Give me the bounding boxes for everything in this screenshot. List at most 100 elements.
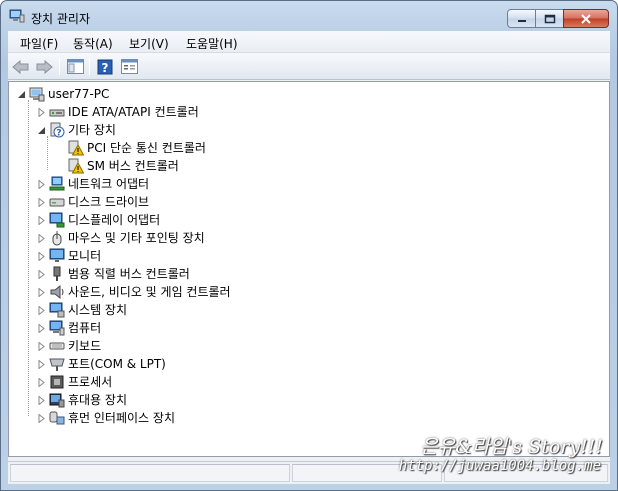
network-adapter-icon <box>49 176 65 192</box>
tree-item-label: 모니터 <box>68 249 102 263</box>
back-button[interactable] <box>12 58 30 75</box>
tree-item-processors[interactable]: 프로세서 <box>37 373 112 391</box>
tree-guide-line <box>47 136 48 170</box>
tree-item-label: SM 버스 컨트롤러 <box>87 159 179 173</box>
window-title: 장치 관리자 <box>31 12 91 26</box>
toolbar-separator <box>59 58 60 75</box>
toolbar-separator <box>89 58 90 75</box>
close-icon <box>581 13 591 24</box>
tree-root[interactable]: user77-PC <box>17 85 109 103</box>
system-device-icon <box>49 302 65 318</box>
display-adapter-icon <box>49 212 65 228</box>
tree-item-usb-controllers[interactable]: 범용 직렬 버스 컨트롤러 <box>37 265 190 283</box>
toolbar: ? <box>8 53 610 80</box>
keyboard-icon <box>49 338 65 354</box>
collapse-arrow-icon[interactable] <box>17 90 26 99</box>
warning-device-icon <box>68 158 84 174</box>
tree-item-label: 포트(COM & LPT) <box>68 357 166 371</box>
client-area: 파일(F) 동작(A) 보기(V) 도움말(H) ? user77-PC IDE… <box>8 31 610 484</box>
tree-item-hid[interactable]: 휴먼 인터페이스 장치 <box>37 409 175 427</box>
menu-bar: 파일(F) 동작(A) 보기(V) 도움말(H) <box>8 31 610 53</box>
expand-arrow-icon[interactable] <box>37 305 46 315</box>
expand-arrow-icon[interactable] <box>37 197 46 207</box>
maximize-button[interactable] <box>535 9 564 28</box>
tree-item-disk-drives[interactable]: 디스크 드라이브 <box>37 193 149 211</box>
device-manager-app-icon[interactable] <box>9 9 25 23</box>
tree-item-label: 사운드, 비디오 및 게임 컨트롤러 <box>68 285 231 299</box>
svg-text:?: ? <box>102 61 109 75</box>
tree-item-network-adapters[interactable]: 네트워크 어댑터 <box>37 175 149 193</box>
expand-arrow-icon[interactable] <box>37 215 46 225</box>
properties-button[interactable] <box>120 58 138 75</box>
monitor-icon <box>49 248 65 264</box>
tree-item-ports[interactable]: 포트(COM & LPT) <box>37 355 166 373</box>
caption-buttons <box>507 9 609 28</box>
menu-view[interactable]: 보기(V) <box>129 35 169 52</box>
computer-icon <box>49 320 65 336</box>
device-tree[interactable]: user77-PC IDE ATA/ATAPI 컨트롤러 ? 기타 장치 PCI… <box>8 81 610 457</box>
expand-arrow-icon[interactable] <box>37 395 46 405</box>
expand-arrow-icon[interactable] <box>37 233 46 243</box>
expand-arrow-icon[interactable] <box>37 107 46 117</box>
tree-item-keyboards[interactable]: 키보드 <box>37 337 101 355</box>
expand-arrow-icon[interactable] <box>37 179 46 189</box>
tree-item-label: 컴퓨터 <box>68 321 102 335</box>
tree-child-sm-bus-controller[interactable]: SM 버스 컨트롤러 <box>68 157 179 175</box>
tree-item-label: 키보드 <box>68 339 102 353</box>
expand-arrow-icon[interactable] <box>37 359 46 369</box>
ide-controller-icon <box>49 104 65 120</box>
tree-item-label: 기타 장치 <box>68 123 116 137</box>
tree-child-pci-controller[interactable]: PCI 단순 통신 컨트롤러 <box>68 139 206 157</box>
disk-drive-icon <box>49 194 65 210</box>
expand-arrow-icon[interactable] <box>37 377 46 387</box>
tree-item-label: 마우스 및 기타 포인팅 장치 <box>68 231 205 245</box>
expand-arrow-icon[interactable] <box>37 323 46 333</box>
expand-arrow-icon[interactable] <box>37 341 46 351</box>
properties-icon <box>120 59 138 74</box>
unknown-device-icon: ? <box>49 122 65 138</box>
tree-item-computer[interactable]: 컴퓨터 <box>37 319 101 337</box>
minimize-button[interactable] <box>507 9 536 28</box>
close-button[interactable] <box>563 9 609 28</box>
tree-root-label: user77-PC <box>48 87 110 101</box>
show-hide-tree-icon <box>66 59 84 74</box>
menu-file[interactable]: 파일(F) <box>20 35 58 52</box>
tree-item-display-adapters[interactable]: 디스플레이 어댑터 <box>37 211 160 229</box>
svg-text:?: ? <box>56 129 61 139</box>
tree-item-system-devices[interactable]: 시스템 장치 <box>37 301 127 319</box>
speaker-icon <box>49 284 65 300</box>
expand-arrow-icon[interactable] <box>37 287 46 297</box>
tree-item-label: 휴대용 장치 <box>68 393 128 407</box>
show-hide-tree-button[interactable] <box>66 58 84 75</box>
computer-icon <box>29 86 45 102</box>
tree-item-monitors[interactable]: 모니터 <box>37 247 101 265</box>
tree-item-mice[interactable]: 마우스 및 기타 포인팅 장치 <box>37 229 205 247</box>
tree-item-sound[interactable]: 사운드, 비디오 및 게임 컨트롤러 <box>37 283 231 301</box>
tree-item-label: 디스크 드라이브 <box>68 195 150 209</box>
mouse-icon <box>49 230 65 246</box>
title-bar[interactable]: 장치 관리자 <box>1 1 617 31</box>
status-cell <box>10 464 290 482</box>
tree-item-label: PCI 단순 통신 컨트롤러 <box>87 141 206 155</box>
expand-arrow-icon[interactable] <box>37 269 46 279</box>
watermark-title: 은유&라임's Story!!! <box>420 436 603 458</box>
forward-arrow-icon <box>36 59 53 74</box>
forward-button[interactable] <box>35 58 53 75</box>
tree-guide-line <box>28 100 29 416</box>
back-arrow-icon <box>12 59 29 74</box>
tree-item-portable-devices[interactable]: 휴대용 장치 <box>37 391 127 409</box>
tree-item-label: 휴먼 인터페이스 장치 <box>68 411 175 425</box>
collapse-arrow-icon[interactable] <box>37 126 46 135</box>
tree-item-label: 네트워크 어댑터 <box>68 177 150 191</box>
expand-arrow-icon[interactable] <box>37 413 46 423</box>
tree-item-other-devices[interactable]: ? 기타 장치 <box>37 121 116 139</box>
menu-help[interactable]: 도움말(H) <box>186 35 238 52</box>
hid-icon <box>49 410 65 426</box>
help-button[interactable]: ? <box>96 58 114 75</box>
maximize-icon <box>544 14 555 23</box>
tree-item-label: 프로세서 <box>68 375 113 389</box>
tree-item-ide[interactable]: IDE ATA/ATAPI 컨트롤러 <box>37 103 199 121</box>
expand-arrow-icon[interactable] <box>37 251 46 261</box>
menu-action[interactable]: 동작(A) <box>73 35 113 52</box>
tree-item-label: 디스플레이 어댑터 <box>68 213 161 227</box>
